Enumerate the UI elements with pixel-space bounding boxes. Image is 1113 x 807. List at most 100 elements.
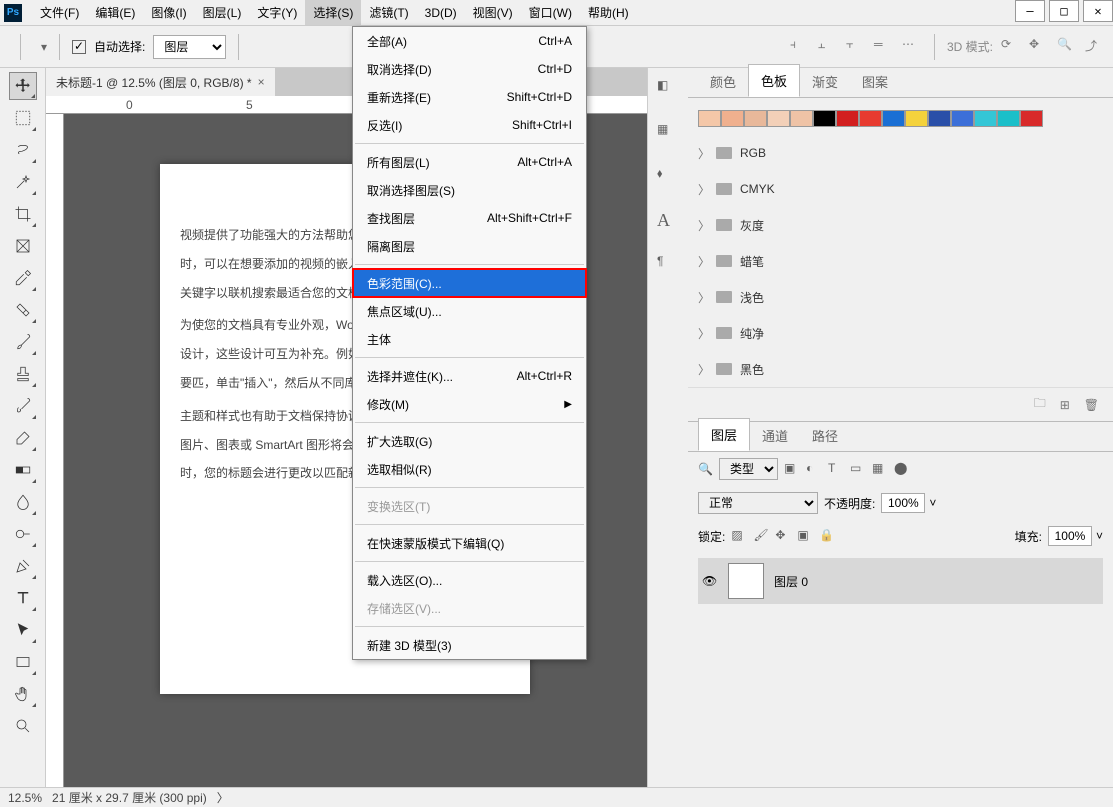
tab-color[interactable]: 颜色 bbox=[698, 66, 748, 97]
menu-help[interactable]: 帮助(H) bbox=[580, 0, 637, 25]
status-chevron-icon[interactable]: 〉 bbox=[217, 789, 229, 806]
swatch-group[interactable]: 〉黑色 bbox=[698, 351, 1103, 387]
autoselect-target[interactable]: 图层 bbox=[153, 35, 226, 59]
swatch[interactable] bbox=[836, 110, 859, 127]
history-brush-tool[interactable] bbox=[9, 392, 37, 420]
marquee-tool[interactable] bbox=[9, 104, 37, 132]
search-icon[interactable]: 🔍 bbox=[698, 462, 713, 476]
opacity-value[interactable] bbox=[881, 493, 925, 513]
fill-chevron-icon[interactable]: ˅ bbox=[1096, 529, 1103, 543]
menu-item[interactable]: 焦点区域(U)... bbox=[353, 297, 586, 325]
filter-adjust-icon[interactable]: ◐ bbox=[806, 461, 822, 477]
filter-type-icon[interactable]: T bbox=[828, 461, 844, 477]
brush-tool[interactable] bbox=[9, 328, 37, 356]
align-left-icon[interactable]: ⫞ bbox=[790, 37, 810, 57]
share-icon[interactable]: ⤴ bbox=[1085, 37, 1105, 57]
healing-tool[interactable] bbox=[9, 296, 37, 324]
more-icon[interactable]: ⋯ bbox=[902, 37, 922, 57]
color-panel-icon[interactable]: ◧ bbox=[657, 78, 679, 100]
zoom-tool[interactable] bbox=[9, 712, 37, 740]
minimize-button[interactable]: — bbox=[1015, 0, 1045, 22]
lock-all-icon[interactable]: 🔒 bbox=[819, 528, 835, 544]
swatch[interactable] bbox=[997, 110, 1020, 127]
maximize-button[interactable]: □ bbox=[1049, 0, 1079, 22]
stamp-tool[interactable] bbox=[9, 360, 37, 388]
rectangle-tool[interactable] bbox=[9, 648, 37, 676]
filter-toggle-icon[interactable]: ⬤ bbox=[894, 461, 910, 477]
lock-position-icon[interactable]: ✥ bbox=[775, 528, 791, 544]
swatch-group[interactable]: 〉CMYK bbox=[698, 171, 1103, 207]
align-right-icon[interactable]: ⫟ bbox=[846, 37, 866, 57]
swatch[interactable] bbox=[928, 110, 951, 127]
swatch-group[interactable]: 〉蜡笔 bbox=[698, 243, 1103, 279]
menu-item[interactable]: 取消选择图层(S) bbox=[353, 176, 586, 204]
swatch-group[interactable]: 〉灰度 bbox=[698, 207, 1103, 243]
menu-edit[interactable]: 编辑(E) bbox=[87, 0, 143, 25]
menu-text[interactable]: 文字(Y) bbox=[249, 0, 305, 25]
menu-filter[interactable]: 滤镜(T) bbox=[361, 0, 416, 25]
tab-layers[interactable]: 图层 bbox=[698, 418, 750, 451]
filter-shape-icon[interactable]: ▭ bbox=[850, 461, 866, 477]
swatch[interactable] bbox=[859, 110, 882, 127]
swatch[interactable] bbox=[905, 110, 928, 127]
move-tool[interactable] bbox=[9, 72, 37, 100]
crop-tool[interactable] bbox=[9, 200, 37, 228]
distribute-icon[interactable]: ═ bbox=[874, 37, 894, 57]
swatch[interactable] bbox=[698, 110, 721, 127]
new-swatch-icon[interactable]: ⊞ bbox=[1060, 398, 1070, 412]
menu-item[interactable]: 隔离图层 bbox=[353, 232, 586, 260]
3d-zoom-icon[interactable]: 🔍 bbox=[1057, 37, 1077, 57]
filter-kind[interactable]: 类型 bbox=[719, 458, 778, 480]
layer-thumbnail[interactable] bbox=[728, 563, 764, 599]
menu-item[interactable]: 选取相似(R) bbox=[353, 455, 586, 483]
3d-orbit-icon[interactable]: ⟳ bbox=[1001, 37, 1021, 57]
menu-window[interactable]: 窗口(W) bbox=[521, 0, 580, 25]
menu-image[interactable]: 图像(I) bbox=[143, 0, 194, 25]
gradient-tool[interactable] bbox=[9, 456, 37, 484]
menu-item[interactable]: 新建 3D 模型(3) bbox=[353, 631, 586, 659]
eraser-tool[interactable] bbox=[9, 424, 37, 452]
swatch-group[interactable]: 〉浅色 bbox=[698, 279, 1103, 315]
frame-tool[interactable] bbox=[9, 232, 37, 260]
swatch[interactable] bbox=[813, 110, 836, 127]
menu-item[interactable]: 载入选区(O)... bbox=[353, 566, 586, 594]
swatch-group[interactable]: 〉纯净 bbox=[698, 315, 1103, 351]
path-select-tool[interactable] bbox=[9, 616, 37, 644]
menu-3d[interactable]: 3D(D) bbox=[417, 2, 465, 24]
menu-item[interactable]: 扩大选取(G) bbox=[353, 427, 586, 455]
tab-gradients[interactable]: 渐变 bbox=[800, 66, 850, 97]
menu-item[interactable]: 取消选择(D)Ctrl+D bbox=[353, 55, 586, 83]
swatch[interactable] bbox=[767, 110, 790, 127]
type-tool[interactable] bbox=[9, 584, 37, 612]
align-center-icon[interactable]: ⫠ bbox=[818, 37, 838, 57]
menu-item[interactable]: 全部(A)Ctrl+A bbox=[353, 27, 586, 55]
filter-smart-icon[interactable]: ▦ bbox=[872, 461, 888, 477]
swatch[interactable] bbox=[951, 110, 974, 127]
tab-paths[interactable]: 路径 bbox=[800, 420, 850, 451]
menu-item[interactable]: 在快速蒙版模式下编辑(Q) bbox=[353, 529, 586, 557]
menu-view[interactable]: 视图(V) bbox=[465, 0, 521, 25]
ruler-vertical[interactable] bbox=[46, 114, 64, 787]
blur-tool[interactable] bbox=[9, 488, 37, 516]
autoselect-checkbox[interactable] bbox=[72, 40, 86, 54]
filter-pixel-icon[interactable]: ▣ bbox=[784, 461, 800, 477]
menu-item[interactable]: 色彩范围(C)... bbox=[353, 269, 586, 297]
swatches-panel-icon[interactable]: ▦ bbox=[657, 122, 679, 144]
tab-close-icon[interactable]: × bbox=[258, 75, 265, 89]
lock-transparent-icon[interactable]: ▨ bbox=[731, 528, 747, 544]
new-folder-icon[interactable]: 🗀 bbox=[1034, 394, 1046, 415]
menu-select[interactable]: 选择(S) bbox=[305, 0, 361, 25]
dodge-tool[interactable] bbox=[9, 520, 37, 548]
character-panel-icon[interactable]: A bbox=[657, 210, 679, 232]
menu-item[interactable]: 主体 bbox=[353, 325, 586, 353]
menu-item[interactable]: 修改(M)▶ bbox=[353, 390, 586, 418]
swatch[interactable] bbox=[974, 110, 997, 127]
lasso-tool[interactable] bbox=[9, 136, 37, 164]
swatch[interactable] bbox=[1020, 110, 1043, 127]
opacity-chevron-icon[interactable]: ˅ bbox=[929, 496, 936, 510]
document-tab[interactable]: 未标题-1 @ 12.5% (图层 0, RGB/8) * × bbox=[46, 68, 275, 96]
magic-wand-tool[interactable] bbox=[9, 168, 37, 196]
menu-item[interactable]: 反选(I)Shift+Ctrl+I bbox=[353, 111, 586, 139]
menu-layer[interactable]: 图层(L) bbox=[195, 0, 250, 25]
menu-file[interactable]: 文件(F) bbox=[32, 0, 87, 25]
